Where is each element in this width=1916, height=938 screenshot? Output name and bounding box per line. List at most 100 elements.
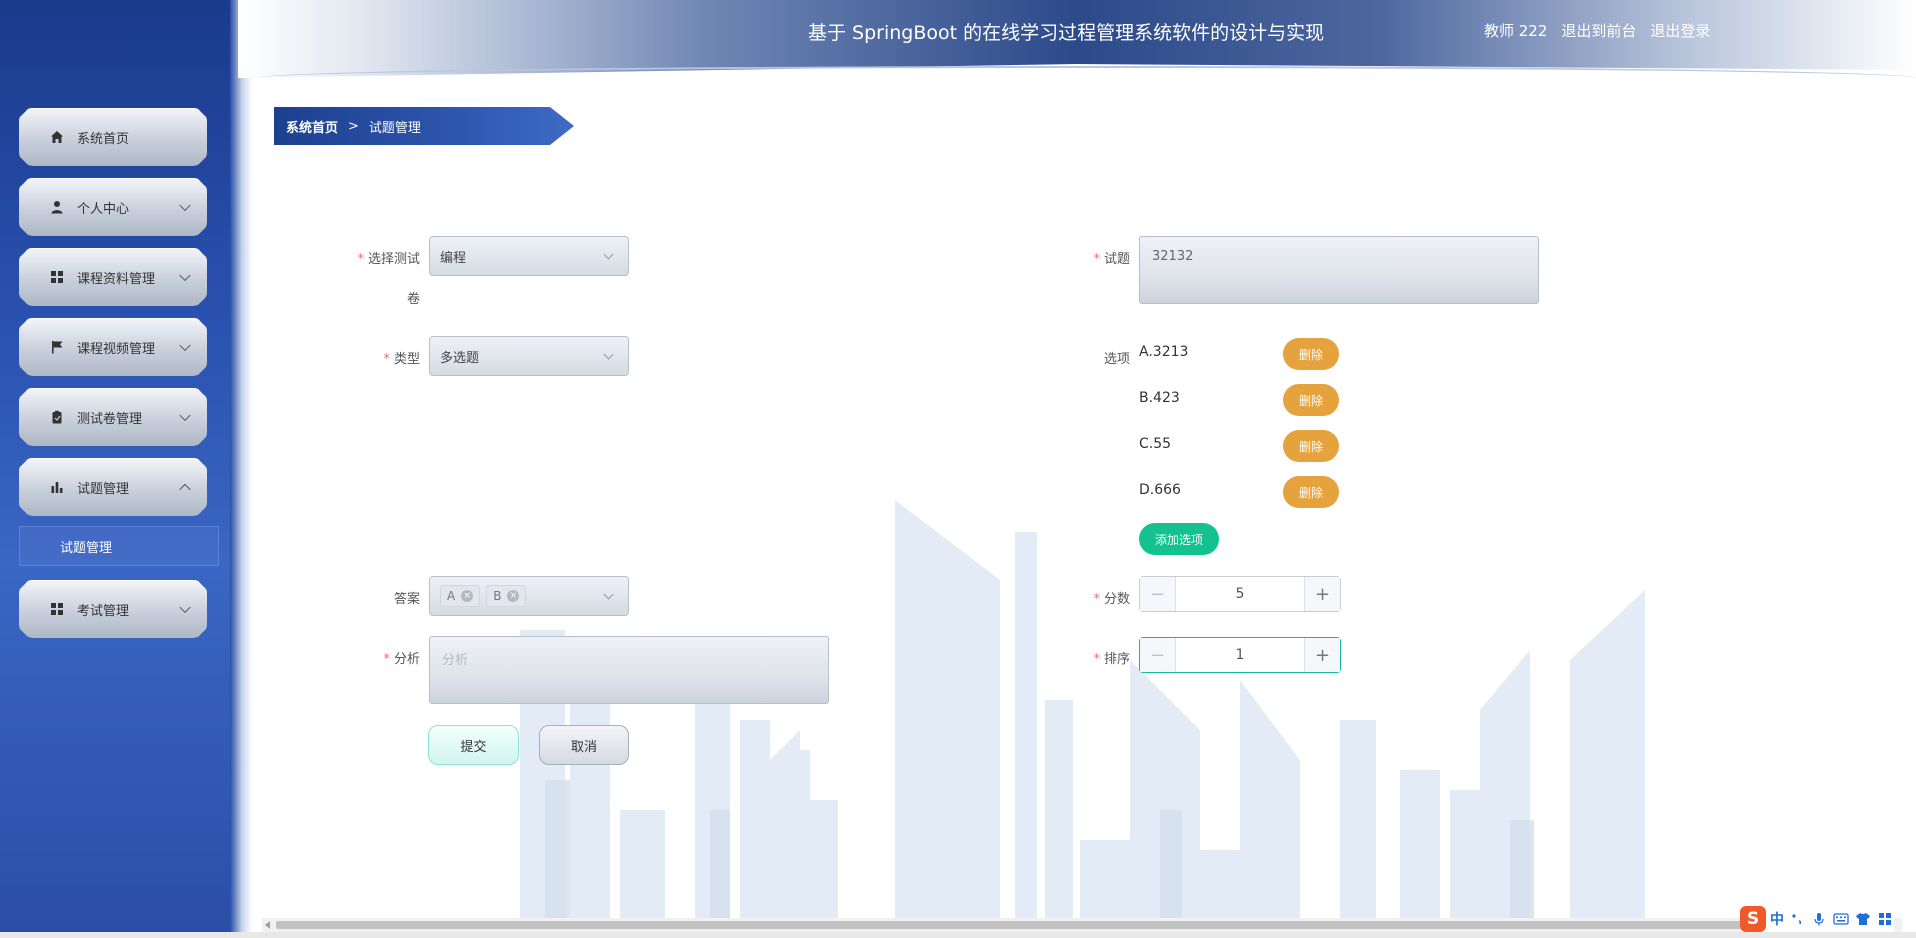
analysis-label: * 分析 bbox=[340, 648, 420, 667]
score-stepper: − + bbox=[1139, 576, 1341, 612]
sidebar-item-course-material[interactable]: 课程资料管理 bbox=[19, 248, 207, 306]
grid-icon bbox=[49, 269, 65, 285]
sidebar-item-label: 考试管理 bbox=[77, 603, 130, 619]
grid-icon bbox=[49, 601, 65, 617]
delete-option-button[interactable]: 删除 bbox=[1283, 430, 1339, 462]
user-name: 教师 222 bbox=[1484, 22, 1548, 40]
sidebar-item-personal-center[interactable]: 个人中心 bbox=[19, 178, 207, 236]
bottom-strip bbox=[0, 932, 1916, 938]
breadcrumb-separator: > bbox=[348, 118, 359, 134]
delete-option-button[interactable]: 删除 bbox=[1283, 338, 1339, 370]
type-select[interactable]: 多选题 bbox=[429, 336, 629, 376]
chevron-down-icon bbox=[179, 200, 190, 211]
add-option-button[interactable]: 添加选项 bbox=[1139, 523, 1219, 555]
horizontal-scrollbar[interactable] bbox=[262, 918, 1902, 932]
answer-label: 答案 bbox=[340, 588, 420, 607]
breadcrumb: 系统首页 > 试题管理 bbox=[274, 107, 574, 145]
paper-label: * 选择测试 bbox=[340, 248, 420, 267]
breadcrumb-home[interactable]: 系统首页 bbox=[286, 117, 338, 136]
bar-chart-icon bbox=[49, 479, 65, 495]
order-label-text: 排序 bbox=[1103, 652, 1130, 667]
chevron-down-icon bbox=[179, 270, 190, 281]
score-input[interactable] bbox=[1176, 577, 1304, 611]
sidebar-item-label: 课程视频管理 bbox=[77, 341, 156, 357]
scrollbar-thumb[interactable] bbox=[276, 921, 1886, 929]
close-icon[interactable]: × bbox=[507, 590, 520, 602]
submit-button[interactable]: 提交 bbox=[428, 725, 519, 765]
sidebar-menu: 系统首页 个人中心 课程资料管理 课程视频管理 测试卷管理 试题管理 试题管理 … bbox=[19, 108, 219, 650]
answer-tag: B × bbox=[486, 585, 527, 607]
ime-logo-icon[interactable]: S bbox=[1740, 906, 1766, 932]
paper-select[interactable]: 编程 bbox=[429, 236, 629, 276]
chevron-down-icon bbox=[603, 249, 614, 260]
sidebar-item-test-paper[interactable]: 测试卷管理 bbox=[19, 388, 207, 446]
type-label: * 类型 bbox=[340, 348, 420, 367]
order-input[interactable] bbox=[1176, 638, 1304, 672]
minus-icon[interactable]: − bbox=[1140, 638, 1176, 672]
score-label: * 分数 bbox=[1060, 588, 1130, 607]
scroll-left-icon[interactable] bbox=[265, 921, 270, 929]
punctuation-icon[interactable] bbox=[1788, 910, 1806, 928]
options-label: 选项 bbox=[1060, 348, 1130, 367]
answer-tag-text: B bbox=[493, 589, 502, 603]
logout-link[interactable]: 退出登录 bbox=[1650, 20, 1710, 41]
order-label: * 排序 bbox=[1060, 648, 1130, 667]
submenu-item-question[interactable]: 试题管理 bbox=[19, 526, 219, 566]
chevron-down-icon bbox=[179, 340, 190, 351]
to-front-link[interactable]: 退出到前台 bbox=[1561, 20, 1636, 41]
plus-icon[interactable]: + bbox=[1304, 577, 1340, 611]
option-item: C.55 bbox=[1139, 436, 1172, 452]
sidebar-item-label: 系统首页 bbox=[77, 131, 130, 147]
analysis-label-text: 分析 bbox=[393, 652, 420, 667]
paper-label-line2: 卷 bbox=[406, 292, 420, 307]
required-mark: * bbox=[383, 352, 390, 367]
microphone-icon[interactable] bbox=[1810, 910, 1828, 928]
required-mark: * bbox=[1093, 652, 1100, 667]
clipboard-icon bbox=[49, 409, 65, 425]
answer-tag-text: A bbox=[447, 589, 456, 603]
breadcrumb-current: 试题管理 bbox=[368, 120, 421, 136]
sidebar-item-question[interactable]: 试题管理 bbox=[19, 458, 207, 516]
analysis-textarea[interactable] bbox=[429, 636, 829, 704]
shirt-icon[interactable] bbox=[1854, 910, 1872, 928]
plus-icon[interactable]: + bbox=[1304, 638, 1340, 672]
question-label-text: 试题 bbox=[1103, 252, 1130, 267]
paper-select-value: 编程 bbox=[440, 250, 467, 266]
delete-option-button[interactable]: 删除 bbox=[1283, 476, 1339, 508]
options-label-text: 选项 bbox=[1103, 352, 1130, 367]
paper-label-wrap: 卷 bbox=[340, 288, 420, 307]
answer-select[interactable]: A × B × bbox=[429, 576, 629, 616]
delete-option-button[interactable]: 删除 bbox=[1283, 384, 1339, 416]
chevron-down-icon bbox=[603, 589, 614, 600]
sidebar: 系统首页 个人中心 课程资料管理 课程视频管理 测试卷管理 试题管理 试题管理 … bbox=[0, 0, 252, 938]
paper-label-line1: 选择测试 bbox=[367, 252, 420, 267]
answer-label-text: 答案 bbox=[393, 592, 420, 607]
ime-lang-toggle[interactable]: 中 bbox=[1770, 909, 1784, 929]
chevron-down-icon bbox=[179, 602, 190, 613]
cancel-button[interactable]: 取消 bbox=[539, 725, 629, 765]
sidebar-item-course-video[interactable]: 课程视频管理 bbox=[19, 318, 207, 376]
sidebar-item-exam[interactable]: 考试管理 bbox=[19, 580, 207, 638]
apps-icon[interactable] bbox=[1876, 910, 1894, 928]
flag-icon bbox=[49, 339, 65, 355]
minus-icon[interactable]: − bbox=[1140, 577, 1176, 611]
required-mark: * bbox=[1093, 252, 1100, 267]
required-mark: * bbox=[383, 652, 390, 667]
sidebar-item-label: 个人中心 bbox=[77, 201, 130, 217]
page-title: 基于 SpringBoot 的在线学习过程管理系统软件的设计与实现 bbox=[808, 22, 1325, 44]
sidebar-item-label: 试题管理 bbox=[77, 481, 130, 497]
user-icon bbox=[49, 199, 65, 215]
question-textarea[interactable] bbox=[1139, 236, 1539, 304]
type-label-text: 类型 bbox=[393, 352, 420, 367]
option-item: A.3213 bbox=[1139, 344, 1189, 360]
sidebar-item-label: 课程资料管理 bbox=[77, 271, 156, 287]
question-label: * 试题 bbox=[1060, 248, 1130, 267]
sidebar-item-home[interactable]: 系统首页 bbox=[19, 108, 207, 166]
home-icon bbox=[49, 129, 65, 145]
close-icon[interactable]: × bbox=[461, 590, 474, 602]
sidebar-item-label: 测试卷管理 bbox=[77, 411, 143, 427]
score-label-text: 分数 bbox=[1103, 592, 1130, 607]
keyboard-icon[interactable] bbox=[1832, 910, 1850, 928]
required-mark: * bbox=[1093, 592, 1100, 607]
chevron-down-icon bbox=[179, 410, 190, 421]
